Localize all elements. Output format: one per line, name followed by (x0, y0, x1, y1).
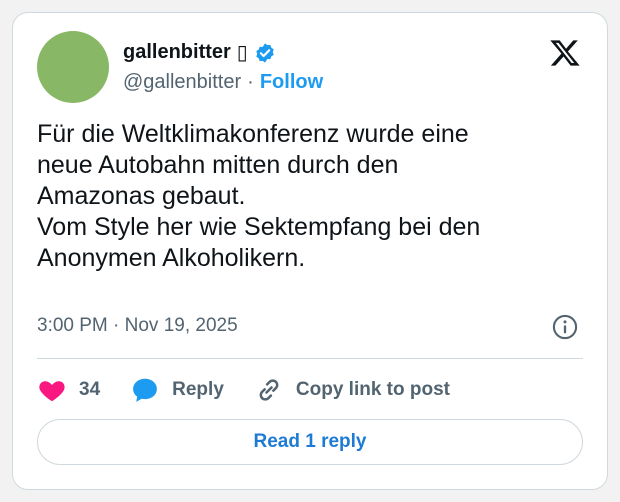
copy-link-label: Copy link to post (295, 379, 450, 400)
timestamp[interactable]: 3:00 PM · Nov 19, 2025 (37, 315, 238, 337)
name-emoji: ▯ (236, 42, 248, 64)
like-count: 34 (79, 379, 101, 400)
info-icon[interactable] (551, 313, 579, 341)
verified-badge-icon (256, 42, 274, 63)
read-replies-button[interactable]: Read 1 reply (37, 419, 583, 465)
reply-button[interactable]: Reply (130, 375, 224, 405)
handle[interactable]: @gallenbitter (123, 71, 241, 94)
action-bar: 34 Reply Copy link to post (37, 373, 480, 407)
tweet-text: Für die Weltklimakonferenz wurde eine ne… (37, 120, 481, 272)
copy-link-button[interactable]: Copy link to post (254, 375, 450, 405)
reply-bubble-icon (133, 378, 158, 402)
reply-label: Reply (172, 379, 224, 400)
link-icon (259, 379, 279, 401)
tweet-card: gallenbitter ▯ @gallenbitter · Follow Fü… (12, 12, 608, 490)
divider (37, 358, 583, 359)
handle-row: @gallenbitter · Follow (123, 71, 323, 94)
like-button[interactable]: 34 (37, 375, 100, 405)
x-logo-icon[interactable] (549, 37, 581, 69)
author-name-row: gallenbitter ▯ (123, 40, 276, 65)
separator: · (247, 71, 254, 93)
heart-icon (39, 381, 65, 402)
follow-button[interactable]: Follow (260, 71, 323, 94)
display-name[interactable]: gallenbitter (123, 41, 231, 64)
avatar[interactable] (37, 31, 109, 103)
